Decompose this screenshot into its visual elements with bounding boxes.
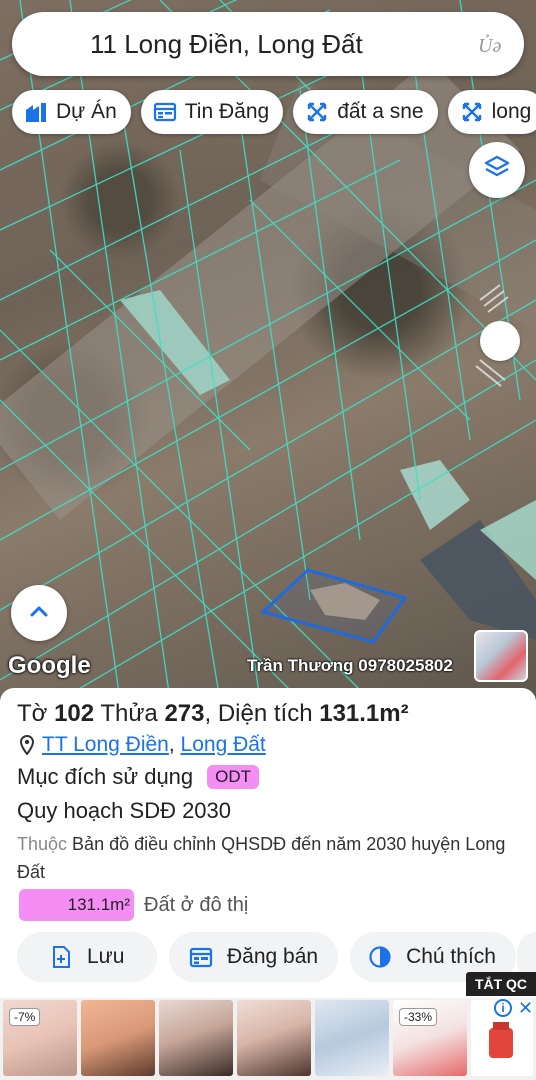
calendar-icon (189, 945, 213, 969)
ad-item[interactable]: -33% (393, 1000, 467, 1076)
filter-chips: Dự Án Tin Đăng đất a sne long (12, 90, 536, 134)
area-value: 131.1m² (319, 700, 409, 727)
chevron-up-icon (29, 604, 49, 623)
ad-item[interactable] (237, 1000, 311, 1076)
chip-label: Tin Đăng (184, 100, 270, 123)
save-label: Lưu (87, 945, 125, 968)
map-pattern-icon (305, 100, 329, 124)
plan-title: Quy hoạch SDĐ 2030 (17, 798, 232, 823)
chip-label: long (491, 100, 532, 123)
ad-item[interactable] (159, 1000, 233, 1076)
layers-icon (483, 154, 511, 187)
save-icon (49, 945, 73, 969)
parcel-location: TT Long Điền, Long Đất (20, 733, 266, 757)
purpose-label: Mục đích sử dụng (17, 764, 194, 789)
chip-label: Dự Án (56, 100, 117, 123)
post-sale-button[interactable]: Đăng bán (169, 932, 339, 982)
map-pattern-icon (460, 100, 484, 124)
project-icon (24, 100, 48, 124)
save-button[interactable]: Lưu (17, 932, 157, 982)
close-ads-button[interactable]: TẮT QC (466, 972, 536, 996)
area-type-label: Đất ở đô thị (144, 893, 249, 916)
sheet-label: Tờ (17, 700, 48, 727)
map-watermark: Trần Thương 0978025802 (247, 656, 453, 675)
street-view-thumbnail[interactable] (474, 630, 528, 682)
plot-label: Thửa (100, 700, 158, 727)
purpose-code-badge: ODT (207, 765, 260, 789)
listing-icon (153, 100, 177, 124)
layers-button[interactable] (469, 142, 525, 198)
sheet-number: 102 (54, 700, 95, 727)
land-use-purpose: Mục đích sử dụng ODT (17, 764, 260, 790)
legend-icon (368, 945, 392, 969)
ad-item[interactable] (315, 1000, 389, 1076)
location-pin-icon (20, 735, 34, 755)
ad-banner: -7% -33% (0, 998, 536, 1080)
area-bar: 131.1m² (19, 889, 134, 921)
search-bar[interactable]: 11 Long Điền, Long Đất Ủə (12, 12, 524, 76)
map-slider-handle[interactable] (480, 321, 520, 361)
belongs-text: Bản đồ điều chỉnh QHSDĐ đến năm 2030 huy… (17, 834, 506, 882)
location-town-link[interactable]: TT Long Điền (42, 733, 169, 757)
ad-item[interactable]: -7% (3, 1000, 77, 1076)
ad-item[interactable] (81, 1000, 155, 1076)
plan-source: Thuộc Bản đồ điều chỉnh QHSDĐ đến năm 20… (17, 830, 517, 886)
location-district-link[interactable]: Long Đất (181, 733, 266, 757)
chip-label: đất a sne (337, 100, 424, 123)
search-query[interactable]: 11 Long Điền, Long Đất (90, 29, 363, 60)
voice-search-icon[interactable]: Ủə (476, 28, 510, 60)
action-bar: Lưu Đăng bán Chú thích (17, 932, 516, 982)
chip-tin-dang[interactable]: Tin Đăng (140, 90, 284, 134)
expand-panel-button[interactable] (11, 585, 67, 641)
land-area-breakdown: 131.1m² Đất ở đô thị (19, 889, 248, 921)
discount-badge: -7% (9, 1008, 41, 1026)
ad-close-icon[interactable]: ✕ (518, 998, 533, 1019)
legend-label: Chú thích (406, 945, 496, 968)
google-logo: Google (8, 652, 91, 679)
chip-du-an[interactable]: Dự Án (12, 90, 131, 134)
chip-dat-a-sne[interactable]: đất a sne (293, 90, 438, 134)
chip-long[interactable]: long (447, 90, 536, 134)
area-label: , Diện tích (204, 700, 313, 727)
post-sale-label: Đăng bán (227, 945, 319, 968)
parcel-title: Tờ 102 Thửa 273, Diện tích 131.1m² (17, 700, 409, 728)
belongs-label: Thuộc (17, 834, 68, 854)
plot-number: 273 (164, 700, 205, 727)
discount-badge: -33% (399, 1008, 438, 1026)
svg-text:Ủə: Ủə (478, 34, 501, 57)
ad-info-icon[interactable]: i (494, 999, 512, 1017)
